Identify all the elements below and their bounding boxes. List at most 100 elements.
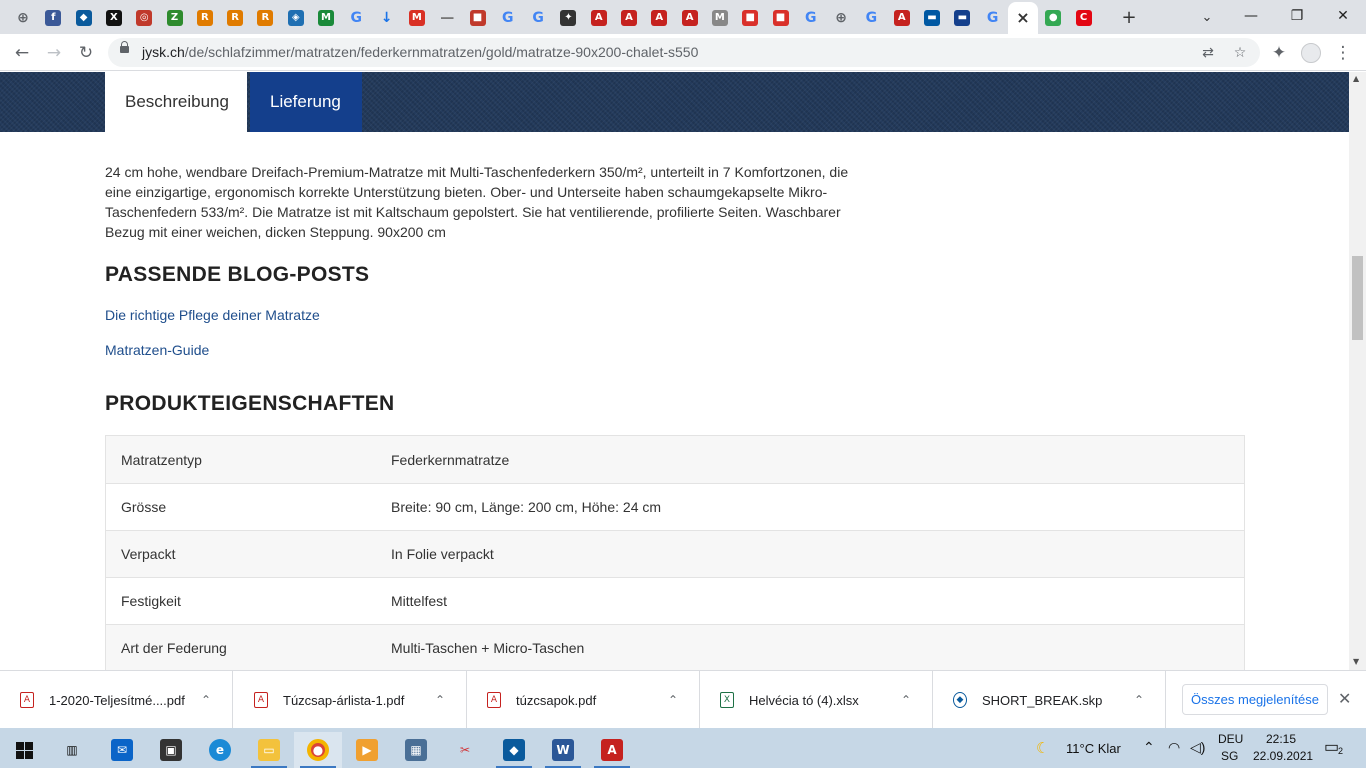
- chevron-up-icon[interactable]: ⌃: [201, 693, 211, 707]
- blog-link-pflege[interactable]: Die richtige Pflege deiner Matratze: [105, 307, 320, 323]
- minimize-button[interactable]: —: [1228, 0, 1274, 32]
- restore-button[interactable]: ❐: [1274, 0, 1320, 32]
- volume-icon[interactable]: ◁): [1190, 739, 1205, 756]
- weather-moon-icon[interactable]: ☾: [1036, 739, 1049, 757]
- weather-text[interactable]: 11°C Klar: [1066, 741, 1121, 756]
- address-bar[interactable]: jysk.ch/de/schlafzimmer/matratzen/federk…: [108, 38, 1260, 67]
- blog-link-guide[interactable]: Matratzen-Guide: [105, 342, 209, 358]
- profile-avatar[interactable]: [1298, 40, 1324, 66]
- start-button[interactable]: [0, 732, 48, 768]
- browser-tab[interactable]: R: [190, 4, 220, 32]
- browser-tab[interactable]: X: [99, 4, 129, 32]
- browser-tab[interactable]: G: [856, 4, 886, 32]
- download-item[interactable]: ◆ SHORT_BREAK.skp ⌃: [933, 671, 1166, 729]
- tab-beschreibung[interactable]: Beschreibung: [105, 72, 247, 132]
- browser-tab[interactable]: ⊕: [826, 4, 856, 32]
- browser-tab[interactable]: A: [675, 4, 705, 32]
- browser-tab[interactable]: ◆: [69, 4, 99, 32]
- clock-time[interactable]: 22:15: [1266, 732, 1296, 746]
- browser-tab[interactable]: M: [705, 4, 735, 32]
- taskbar-store[interactable]: ▣: [147, 732, 195, 768]
- task-view-button[interactable]: ▥: [48, 732, 96, 768]
- clock-date[interactable]: 22.09.2021: [1253, 749, 1313, 763]
- taskbar-edge[interactable]: e: [196, 732, 244, 768]
- mk-icon: M: [711, 10, 728, 26]
- property-key: Matratzentyp: [121, 451, 202, 468]
- close-icon[interactable]: ×: [1015, 10, 1031, 26]
- browser-tab[interactable]: f: [38, 4, 68, 32]
- browser-tab[interactable]: ✦: [553, 4, 583, 32]
- scroll-thumb[interactable]: [1352, 256, 1363, 340]
- tab-lieferung[interactable]: Lieferung: [250, 72, 362, 132]
- taskbar-calculator[interactable]: ▦: [392, 732, 440, 768]
- browser-tab[interactable]: G: [796, 4, 826, 32]
- browser-tab[interactable]: R: [220, 4, 250, 32]
- taskbar-explorer[interactable]: ▭: [245, 732, 293, 768]
- browser-tab[interactable]: ↓: [372, 4, 402, 32]
- forward-button[interactable]: →: [41, 40, 67, 66]
- browser-tab[interactable]: ⊕: [8, 4, 38, 32]
- browser-tab[interactable]: ■: [463, 4, 493, 32]
- browser-tab[interactable]: ◈: [281, 4, 311, 32]
- chevron-up-icon[interactable]: ⌃: [1143, 739, 1155, 756]
- browser-tab[interactable]: A: [887, 4, 917, 32]
- folder-icon: ▭: [258, 739, 280, 761]
- browser-tab[interactable]: M: [311, 4, 341, 32]
- taskbar-word[interactable]: W: [539, 732, 587, 768]
- taskbar-mail[interactable]: ✉: [98, 732, 146, 768]
- taskbar-sketchup[interactable]: ◆: [490, 732, 538, 768]
- keyboard-layout[interactable]: SG: [1221, 749, 1238, 763]
- browser-tab[interactable]: G: [978, 4, 1008, 32]
- browser-tab[interactable]: M: [402, 4, 432, 32]
- browser-tab[interactable]: R: [250, 4, 280, 32]
- browser-tab[interactable]: ●: [1038, 4, 1068, 32]
- wifi-icon[interactable]: ◠: [1168, 739, 1180, 756]
- download-item[interactable]: A Túzcsap-árlista-1.pdf ⌃: [234, 671, 467, 729]
- browser-tab[interactable]: ▬: [947, 4, 977, 32]
- close-window-button[interactable]: ✕: [1320, 0, 1366, 32]
- active-tab[interactable]: ×: [1007, 2, 1038, 34]
- browser-tab[interactable]: A: [614, 4, 644, 32]
- leaf-icon: Z: [166, 10, 183, 26]
- browser-tab[interactable]: ▬: [917, 4, 947, 32]
- browser-tab[interactable]: ■: [766, 4, 796, 32]
- scroll-up-icon[interactable]: ▲: [1353, 74, 1359, 83]
- back-button[interactable]: ←: [9, 40, 35, 66]
- taskbar-acrobat[interactable]: A: [588, 732, 636, 768]
- url-text[interactable]: jysk.ch/de/schlafzimmer/matratzen/federk…: [142, 44, 698, 60]
- chevron-up-icon[interactable]: ⌃: [435, 693, 445, 707]
- reload-button[interactable]: ↻: [73, 40, 99, 66]
- browser-tab[interactable]: —: [432, 4, 462, 32]
- chevron-up-icon[interactable]: ⌃: [901, 693, 911, 707]
- taskbar-chrome[interactable]: ●: [294, 732, 342, 768]
- browser-tab[interactable]: G: [341, 4, 371, 32]
- notification-icon[interactable]: ▭: [1324, 737, 1339, 757]
- chevron-up-icon[interactable]: ⌃: [668, 693, 678, 707]
- download-item[interactable]: A 1-2020-Teljesítmé....pdf ⌃: [0, 671, 233, 729]
- tab-search-icon[interactable]: ⌄: [1197, 6, 1217, 28]
- taskbar-media[interactable]: ▶: [343, 732, 391, 768]
- scroll-down-icon[interactable]: ▼: [1353, 657, 1359, 666]
- close-downloads-icon[interactable]: ✕: [1338, 689, 1351, 708]
- browser-tab[interactable]: G: [523, 4, 553, 32]
- page-scrollbar[interactable]: ▲ ▼: [1349, 72, 1366, 670]
- download-item[interactable]: A túzcsapok.pdf ⌃: [467, 671, 700, 729]
- chevron-up-icon[interactable]: ⌃: [1134, 693, 1144, 707]
- browser-tab[interactable]: A: [584, 4, 614, 32]
- new-tab-button[interactable]: +: [1119, 6, 1139, 28]
- show-all-downloads-button[interactable]: Összes megjelenítése: [1182, 684, 1328, 715]
- browser-tab[interactable]: ◎: [129, 4, 159, 32]
- bookmark-star-icon[interactable]: ☆: [1230, 43, 1250, 63]
- menu-icon[interactable]: ⋮: [1330, 40, 1356, 66]
- browser-tab[interactable]: A: [644, 4, 674, 32]
- browser-tab[interactable]: ■: [735, 4, 765, 32]
- pdf-icon: A: [590, 10, 607, 26]
- taskbar-snipping[interactable]: ✂: [441, 732, 489, 768]
- browser-tab[interactable]: Z: [160, 4, 190, 32]
- browser-tab[interactable]: C: [1069, 4, 1099, 32]
- language-code[interactable]: DEU: [1218, 732, 1243, 746]
- download-item[interactable]: X Helvécia tó (4).xlsx ⌃: [700, 671, 933, 729]
- browser-tab[interactable]: G: [493, 4, 523, 32]
- extensions-icon[interactable]: ✦: [1266, 40, 1292, 66]
- translate-icon[interactable]: ⇄: [1198, 43, 1218, 63]
